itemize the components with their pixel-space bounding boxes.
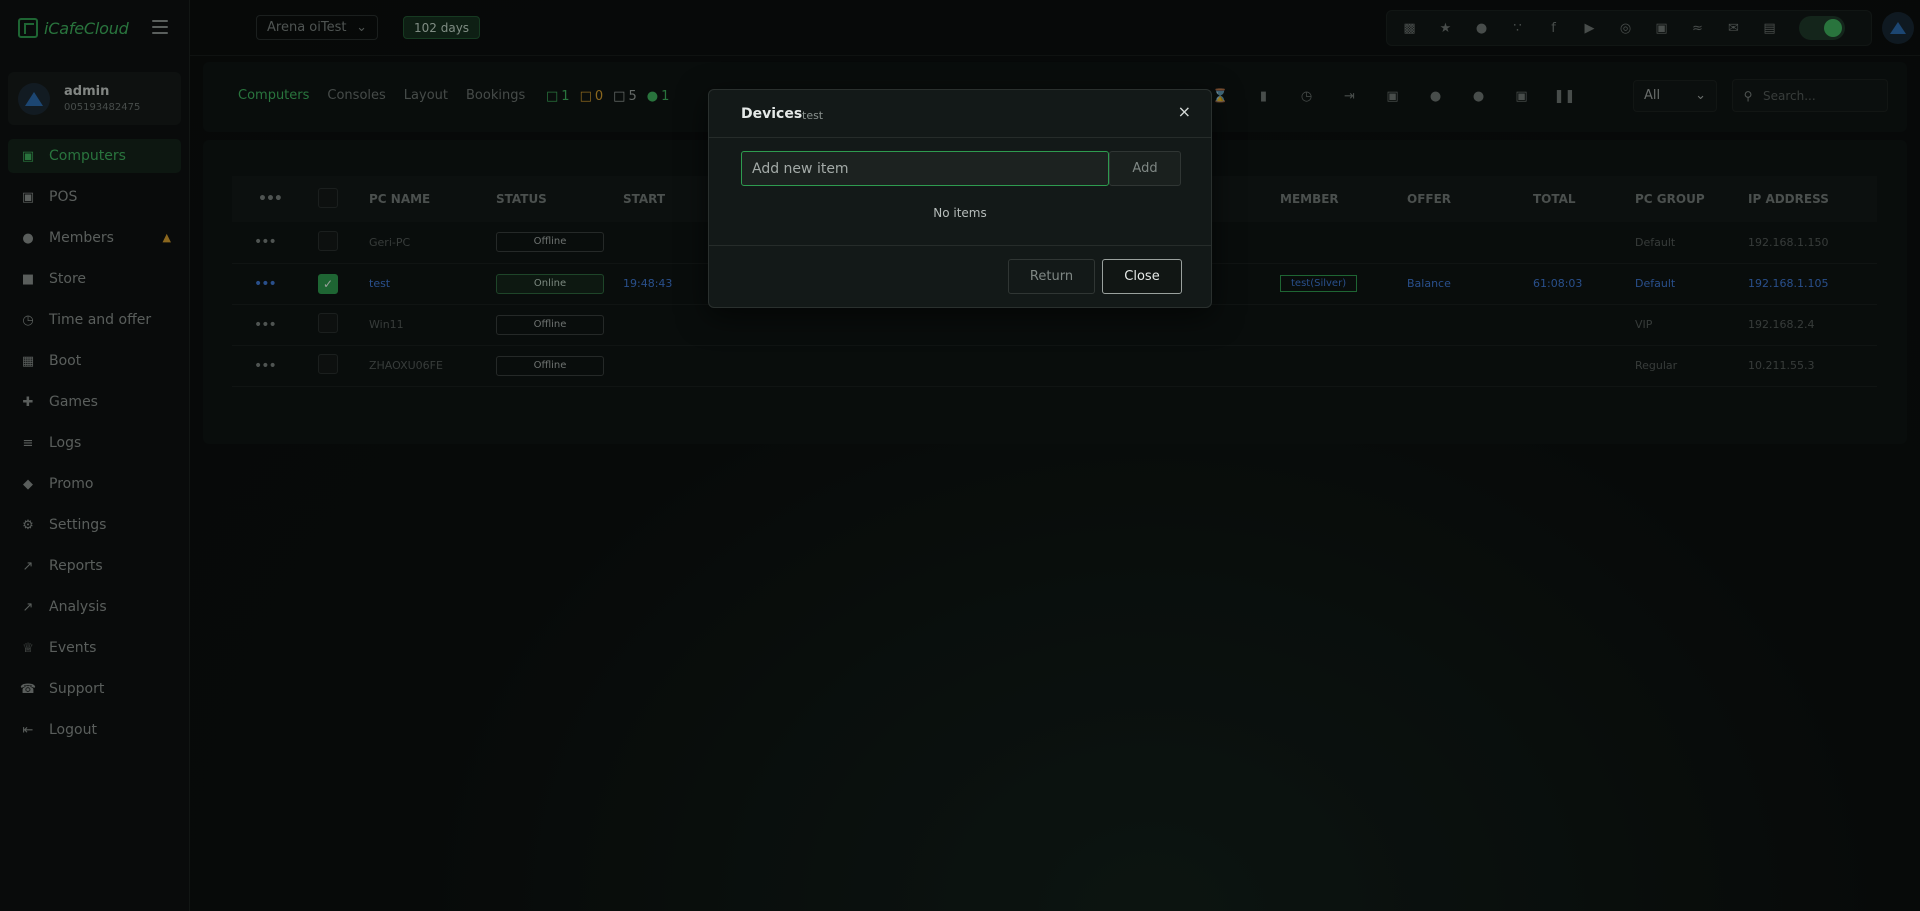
modal-header: Devices test × — [709, 90, 1211, 138]
devices-modal: Devices test × Add No items Return Close — [708, 89, 1212, 308]
app-root: iCafeCloud admin 005193482475 ▣ Computer… — [0, 0, 1920, 911]
modal-subtitle: test — [802, 109, 824, 122]
return-button[interactable]: Return — [1008, 259, 1095, 294]
modal-body: Add No items — [709, 138, 1211, 246]
empty-state-text: No items — [933, 206, 987, 220]
new-item-input[interactable] — [741, 151, 1109, 186]
modal-footer: Return Close — [709, 246, 1211, 307]
close-button[interactable]: Close — [1102, 259, 1182, 294]
modal-title: Devices — [741, 106, 803, 122]
add-button[interactable]: Add — [1109, 151, 1181, 186]
close-icon[interactable]: × — [1178, 102, 1191, 121]
